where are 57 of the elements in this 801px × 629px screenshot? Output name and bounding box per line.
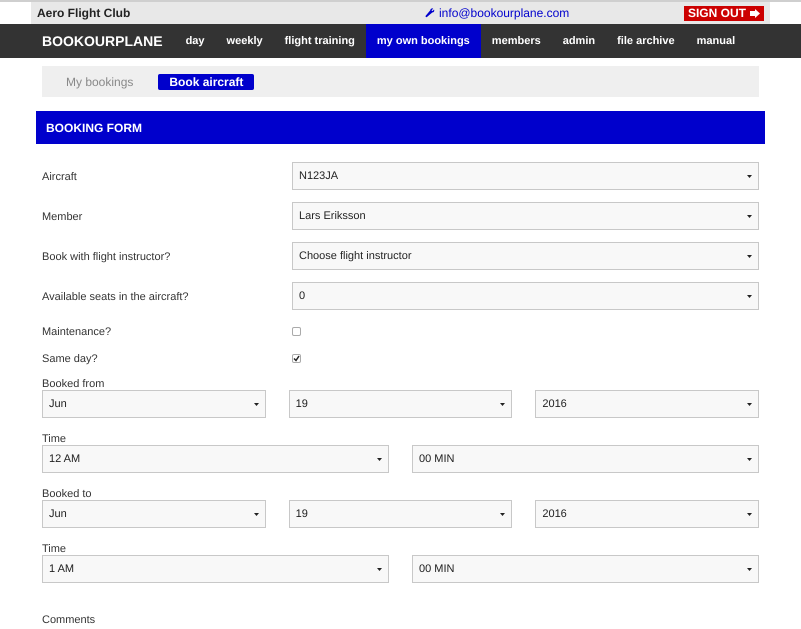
caret-icon [500,402,506,406]
nav-tab[interactable]: day [174,24,216,58]
sign-out-icon [750,8,760,18]
nav-tab[interactable]: members [480,24,552,58]
select-field[interactable]: 12 AM [42,445,389,473]
club-name: Aero Flight Club [37,5,130,22]
select-field[interactable]: Choose flight instructor [292,242,759,270]
caret-icon [377,568,382,570]
select-field[interactable]: 2016 [535,390,759,418]
caret-icon [747,294,752,298]
field-label: Time [42,432,68,445]
field-label: Available seats in the aircraft? [42,290,190,305]
caret-icon [500,512,506,516]
select-field[interactable]: 0 [292,282,759,310]
nav-tab[interactable]: file archive [606,24,686,58]
form-title: BOOKING FORM [36,111,765,144]
select-field[interactable]: N123JA [292,162,759,190]
nav-tab[interactable]: flight training [274,24,366,58]
nav-tab[interactable]: weekly [216,24,274,58]
field-label: Book with flight instructor? [42,250,172,265]
caret-icon [747,568,752,570]
select-field[interactable]: Lars Eriksson [292,202,759,230]
field-label: Member [42,210,84,225]
caret-icon [254,402,259,406]
caret-icon [254,512,259,516]
select-field[interactable]: 00 MIN [412,445,759,473]
nav-tab[interactable]: manual [686,24,746,58]
email-link[interactable]: info@bookourplane.com [425,4,570,22]
nav-tab[interactable]: admin [552,24,606,58]
wrench-icon [425,8,436,18]
select-field[interactable]: 19 [288,500,512,528]
select-field[interactable]: Jun [42,500,266,528]
field-label: Maintenance? [42,325,112,340]
caret-icon [747,512,752,516]
subnav-tab[interactable]: Book aircraft [158,74,254,90]
caret-icon [747,254,752,258]
caret-icon [377,458,382,460]
select-field[interactable]: 19 [288,390,512,418]
field-label: Booked from [42,377,106,390]
select-field[interactable]: 2016 [535,500,759,528]
caret-icon [747,214,752,218]
brand-logo[interactable]: BOOKOURPLANE [42,30,163,52]
field-label: Booked to [42,487,93,500]
field-label: Time [42,542,68,555]
nav-tab[interactable]: my own bookings [366,24,481,58]
caret-icon [747,402,752,406]
select-field[interactable]: Jun [42,390,266,418]
caret-icon [747,458,752,460]
caret-icon [747,174,752,178]
select-field[interactable]: 1 AM [42,555,389,583]
sign-out-button[interactable]: SIGN OUT [684,6,764,20]
field-label: Comments [42,614,96,627]
field-label: Aircraft [42,170,78,185]
checkbox[interactable] [292,354,301,363]
select-field[interactable]: 00 MIN [412,555,759,583]
field-label: Same day? [42,352,99,367]
checkbox[interactable] [292,327,301,336]
